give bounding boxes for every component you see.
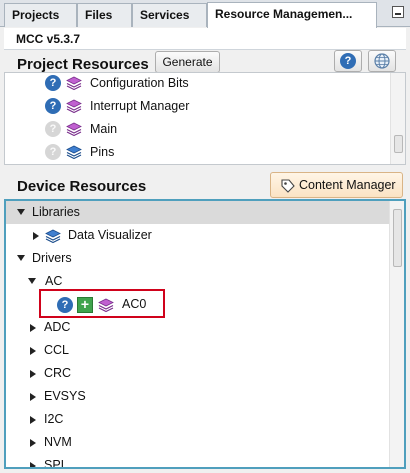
tree-node-libraries[interactable]: Libraries [6, 201, 390, 224]
tree-node-label: Drivers [32, 251, 72, 265]
generate-button[interactable]: Generate [155, 51, 220, 73]
tree-node-data-visualizer[interactable]: Data Visualizer [6, 224, 390, 247]
collapse-arrow-icon[interactable] [30, 462, 36, 467]
tree-node-label: SPI [44, 458, 65, 469]
list-item[interactable]: ? Interrupt Manager [5, 95, 385, 118]
tree-node-label: CCL [44, 343, 70, 357]
expand-arrow-icon[interactable] [17, 209, 25, 215]
expand-arrow-icon[interactable] [28, 278, 36, 284]
content-manager-label: Content Manager [299, 178, 396, 192]
layers-purple-icon [66, 99, 82, 114]
list-item[interactable]: ? Main [5, 118, 385, 141]
layers-purple-icon [66, 122, 82, 137]
layers-blue-icon [66, 145, 82, 160]
help-icon[interactable]: ? [45, 75, 61, 91]
tree-node-drivers[interactable]: Drivers [6, 247, 390, 270]
help-icon: ? [45, 121, 61, 137]
tree-node-i2c[interactable]: I2C [6, 408, 390, 431]
tab-resource-management[interactable]: Resource Managemen... [207, 2, 377, 28]
tree-node-nvm[interactable]: NVM [6, 431, 390, 454]
collapse-arrow-icon[interactable] [30, 416, 36, 424]
list-item[interactable]: ? Configuration Bits [5, 73, 385, 95]
list-item[interactable]: ? Pins [5, 141, 385, 164]
help-icon: ? [340, 53, 356, 69]
scrollbar-thumb[interactable] [393, 209, 402, 267]
globe-button[interactable] [368, 50, 396, 72]
tag-icon [281, 179, 295, 193]
collapse-arrow-icon[interactable] [30, 370, 36, 378]
collapse-arrow-icon[interactable] [30, 324, 36, 332]
tree-node-label: AC [45, 274, 63, 288]
help-icon[interactable]: ? [45, 98, 61, 114]
tab-files[interactable]: Files [77, 3, 132, 27]
project-resources-title: Project Resources [17, 56, 149, 73]
tree-node-ccl[interactable]: CCL [6, 339, 390, 362]
tree-node-label: CRC [44, 366, 72, 380]
ac0-highlight-box [39, 289, 165, 318]
tree-node-crc[interactable]: CRC [6, 362, 390, 385]
scrollbar-thumb[interactable] [394, 135, 403, 153]
tree-node-label: ADC [44, 320, 71, 334]
list-item-label: Configuration Bits [90, 76, 189, 90]
device-tree-scrollbar[interactable] [389, 201, 404, 467]
tab-services[interactable]: Services [132, 3, 207, 27]
tree-node-label: Data Visualizer [68, 228, 152, 242]
tab-bar: Projects Files Services Resource Managem… [0, 0, 410, 28]
list-item-label: Main [90, 122, 118, 136]
tab-projects[interactable]: Projects [4, 3, 77, 27]
tree-node-label: EVSYS [44, 389, 86, 403]
mcc-version: MCC v5.3.7 [4, 28, 406, 50]
collapse-arrow-icon[interactable] [30, 393, 36, 401]
list-item-label: Interrupt Manager [90, 99, 190, 113]
collapse-arrow-icon[interactable] [30, 439, 36, 447]
collapse-arrow-icon[interactable] [30, 347, 36, 355]
content-manager-button[interactable]: Content Manager [270, 172, 403, 198]
layers-blue-icon [45, 229, 61, 244]
expand-arrow-icon[interactable] [17, 255, 25, 261]
tree-node-evsys[interactable]: EVSYS [6, 385, 390, 408]
device-resources-title: Device Resources [17, 178, 147, 195]
list-item-label: Pins [90, 145, 115, 159]
tree-node-spi[interactable]: SPI [6, 454, 390, 469]
layers-purple-icon [66, 76, 82, 91]
device-resources-tree: Libraries Data Visualizer Drivers AC ? +… [4, 199, 406, 469]
collapse-arrow-icon[interactable] [33, 232, 39, 240]
help-button[interactable]: ? [334, 50, 362, 72]
tree-node-label: I2C [44, 412, 64, 426]
project-list-scrollbar[interactable] [390, 73, 405, 164]
tree-node-label: Libraries [32, 205, 80, 219]
globe-icon [374, 53, 390, 69]
project-resources-list: ? Configuration Bits ? Interrupt Manager… [4, 72, 406, 165]
tree-node-label: NVM [44, 435, 72, 449]
tree-node-adc[interactable]: ADC [6, 316, 390, 339]
minimize-icon[interactable] [392, 6, 404, 18]
help-icon: ? [45, 144, 61, 160]
